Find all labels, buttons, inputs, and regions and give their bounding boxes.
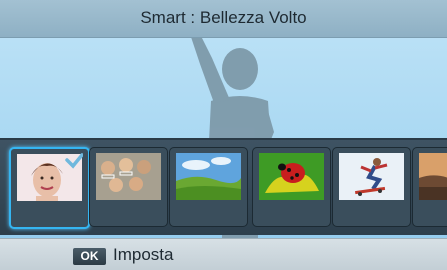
title-bar: Smart : Bellezza Volto — [0, 0, 447, 38]
selected-checkmark-icon — [65, 153, 83, 169]
landscape-thumbnail-icon — [176, 153, 241, 200]
action-skateboard-thumbnail-icon — [339, 153, 404, 200]
scene-filmstrip[interactable] — [0, 138, 447, 235]
ok-key-icon[interactable]: OK — [73, 248, 106, 265]
scene-thumb-sunset[interactable] — [412, 147, 447, 227]
scene-thumb-macro[interactable] — [252, 147, 331, 227]
scene-thumb-group-portrait[interactable] — [89, 147, 168, 227]
scene-thumb-landscape[interactable] — [169, 147, 248, 227]
macro-ladybug-thumbnail-icon — [259, 153, 324, 200]
group-portrait-thumbnail-icon — [96, 153, 161, 200]
camera-lcd-screen: Smart : Bellezza Volto OK Imposta — [0, 0, 447, 270]
scene-thumb-action[interactable] — [332, 147, 411, 227]
scene-thumb-beauty-face[interactable] — [9, 147, 90, 229]
ok-action-label: Imposta — [113, 245, 174, 264]
sunset-thumbnail-icon — [419, 153, 447, 200]
bottom-help-bar: OK Imposta — [0, 238, 447, 270]
mode-title: Smart : Bellezza Volto — [140, 8, 307, 27]
